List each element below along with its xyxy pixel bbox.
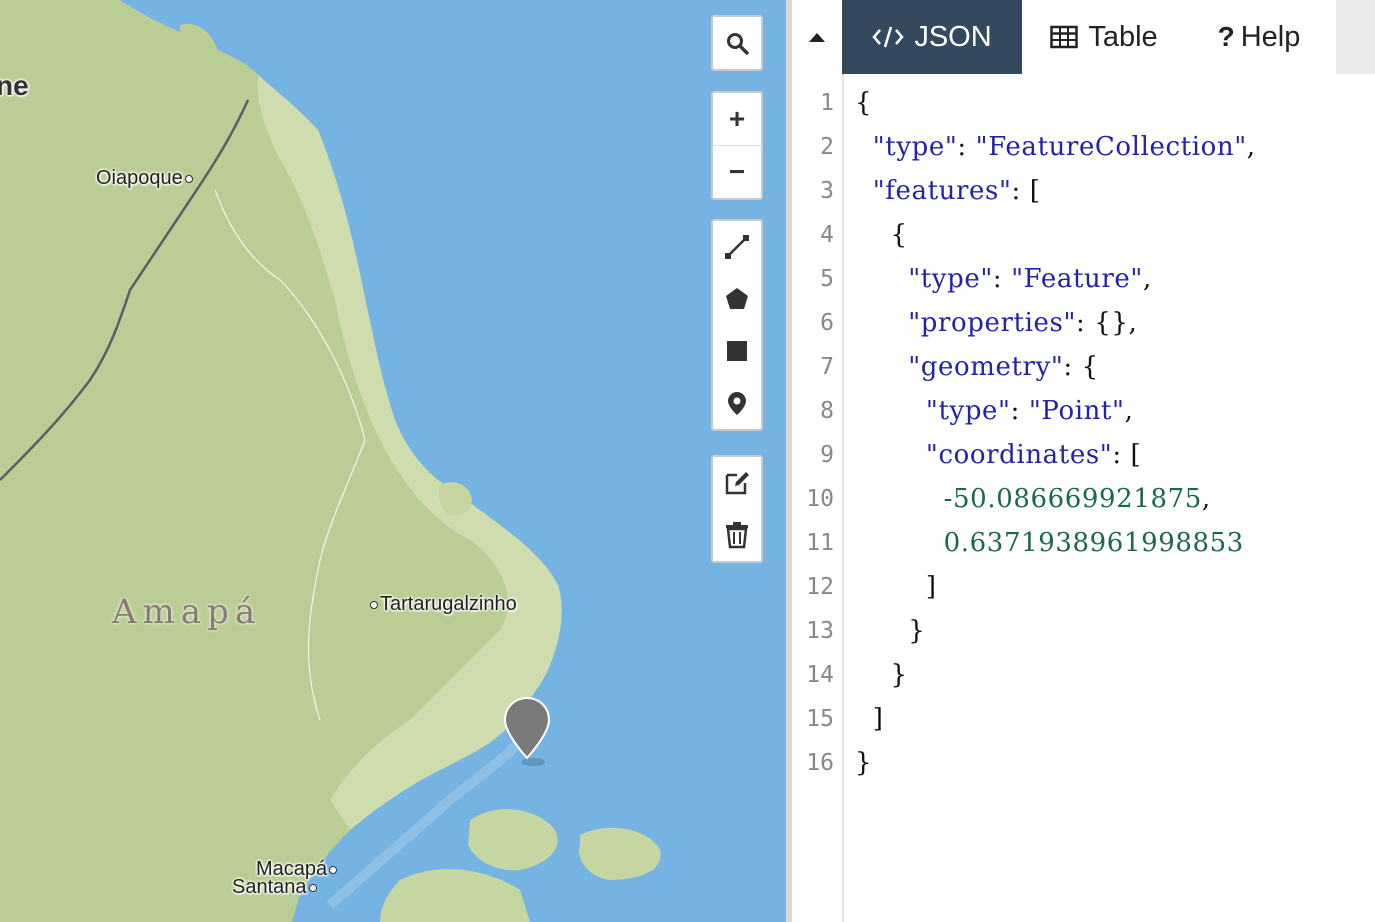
code-line: } [855, 748, 873, 778]
draw-marker-button[interactable] [713, 377, 761, 429]
place-dot [370, 600, 378, 609]
line-number: 11 [806, 530, 834, 556]
edit-icon [725, 472, 749, 495]
tab-table[interactable]: Table [1034, 0, 1174, 74]
line-number: 7 [820, 354, 834, 380]
code-line: "coordinates": [ [925, 440, 1142, 470]
line-number: 8 [820, 398, 834, 424]
tab-json-label: JSON [914, 20, 992, 53]
code-line: { [855, 88, 873, 118]
marker-pin-icon [503, 696, 551, 766]
line-number: 14 [806, 662, 834, 688]
line-icon [725, 235, 749, 259]
line-number: 4 [820, 222, 834, 248]
question-icon: ? [1217, 21, 1235, 52]
polygon-icon [726, 288, 748, 309]
line-number: 1 [820, 90, 834, 116]
rectangle-icon [727, 341, 747, 361]
code-line: ] [855, 572, 937, 602]
search-button[interactable] [713, 17, 761, 69]
place-label-tartarugalzinho: Tartarugalzinho [370, 593, 517, 616]
line-number: 10 [806, 486, 834, 512]
line-number: 6 [820, 310, 834, 336]
draw-polygon-button[interactable] [713, 273, 761, 325]
code-line: "type": "Point", [925, 396, 1134, 426]
panel-tabs: JSON Table ? Help [792, 0, 1375, 74]
map-marker[interactable] [503, 696, 551, 766]
code-line: } [855, 616, 926, 646]
edit-toolbar [711, 455, 763, 563]
code-line: } [855, 660, 908, 690]
place-dot [184, 174, 193, 183]
marker-icon [728, 392, 746, 415]
draw-toolbar [711, 219, 763, 431]
line-number: 3 [820, 178, 834, 204]
code-line: "properties": {}, [908, 308, 1138, 338]
search-control [711, 15, 763, 71]
collapse-panel-button[interactable] [792, 0, 842, 74]
line-number-gutter: 1 2 3 4 5 6 7 8 9 10 11 12 13 14 15 16 [792, 74, 844, 922]
region-label-amapa: Amapá [112, 592, 262, 632]
line-number: 13 [806, 618, 834, 644]
code-line: -50.086669921875, [943, 484, 1211, 514]
place-dot [329, 865, 338, 874]
zoom-in-button[interactable]: + [713, 93, 761, 145]
triangle-up-icon [809, 33, 825, 42]
code-line: { [855, 220, 908, 250]
line-number: 16 [806, 750, 834, 776]
draw-rectangle-button[interactable] [713, 325, 761, 377]
line-number: 15 [806, 706, 834, 732]
code-line: "geometry": { [908, 352, 1099, 382]
place-label-santana: Santana [232, 876, 317, 899]
table-icon [1050, 25, 1079, 49]
code-line: 0.6371938961998853 [943, 528, 1244, 558]
tab-help-label: Help [1240, 20, 1301, 53]
search-icon [727, 33, 749, 55]
line-number: 9 [820, 442, 834, 468]
place-label-partial: ne [0, 70, 29, 101]
map-view[interactable]: ne Oiapoque Tartarugalzinho Macapá Santa… [0, 0, 786, 922]
delete-layers-button[interactable] [713, 509, 761, 561]
zoom-out-button[interactable]: − [713, 145, 761, 198]
json-editor[interactable]: 1 2 3 4 5 6 7 8 9 10 11 12 13 14 15 16 { "type": "Featu… [792, 74, 1375, 922]
zoom-control: + − [711, 91, 763, 200]
code-line: "features": [ [872, 176, 1041, 206]
place-label-oiapoque: Oiapoque [96, 167, 193, 190]
place-dot [308, 883, 317, 892]
tab-help[interactable]: ? Help [1200, 0, 1318, 74]
code-icon [872, 25, 904, 49]
tab-table-label: Table [1088, 20, 1158, 53]
code-line: "type": "FeatureCollection", [872, 132, 1256, 162]
line-number: 2 [820, 134, 834, 160]
edit-layers-button[interactable] [713, 457, 761, 509]
code-line: "type": "Feature", [908, 264, 1152, 294]
draw-line-button[interactable] [713, 221, 761, 273]
side-panel: JSON Table ? Help 1 2 3 4 5 6 7 8 9 10 11 12 13 14 15 1… [792, 0, 1375, 922]
tabs-spacer [1336, 0, 1375, 74]
code-line: ] [855, 704, 884, 734]
line-number: 12 [806, 574, 834, 600]
trash-icon [726, 522, 748, 549]
map-base-layer [0, 0, 661, 922]
tab-json[interactable]: JSON [842, 0, 1022, 74]
line-number: 5 [820, 266, 834, 292]
